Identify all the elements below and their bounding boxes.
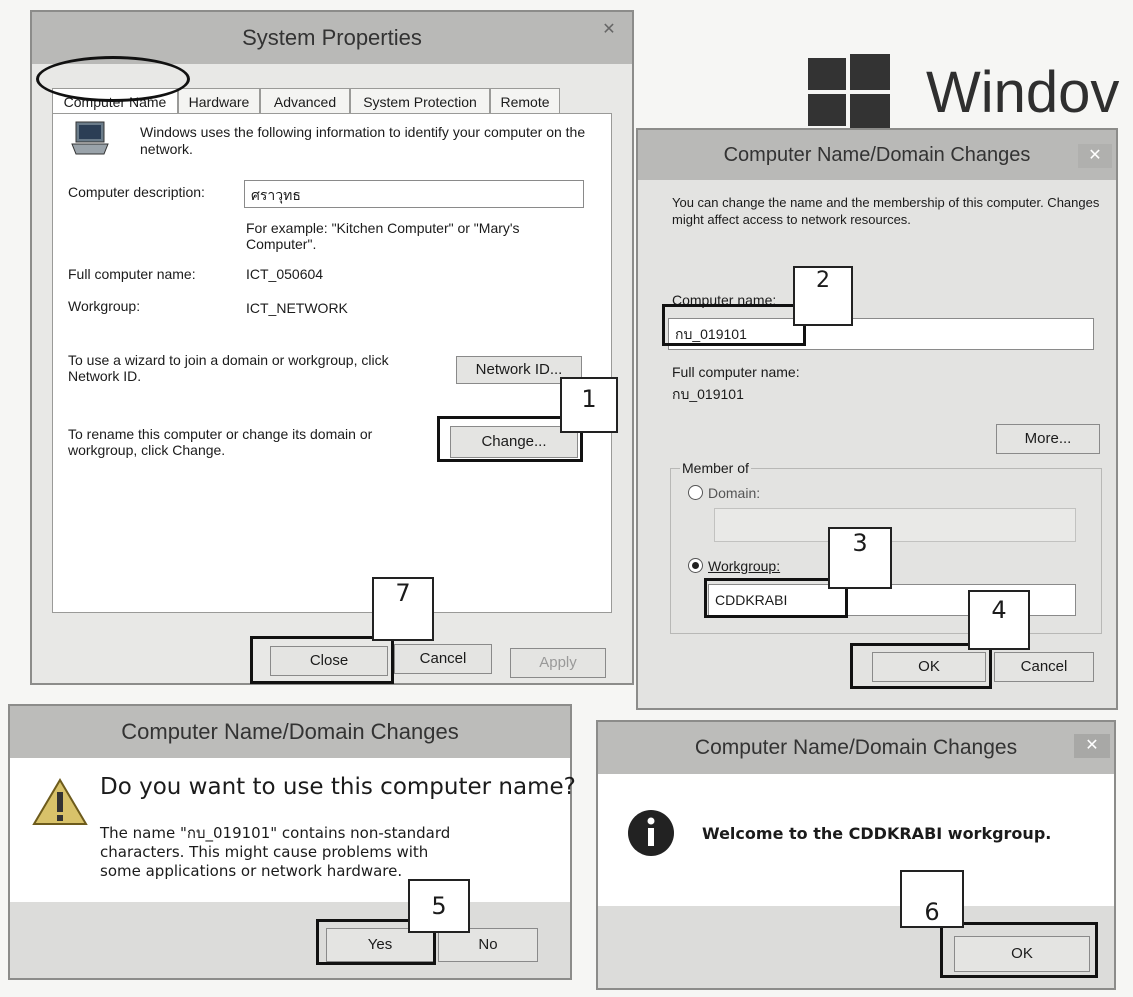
- close-icon[interactable]: ✕: [1074, 734, 1110, 758]
- tab-hardware[interactable]: Hardware: [178, 88, 260, 114]
- warning-icon: [32, 778, 88, 825]
- confirm-dialog: Computer Name/Domain Changes Do you want…: [8, 704, 576, 980]
- no-button[interactable]: No: [438, 928, 538, 962]
- step-callout-3: 3: [828, 527, 892, 589]
- domain-input[interactable]: [714, 508, 1076, 542]
- change-button[interactable]: Change...: [450, 426, 578, 458]
- tab-label: Advanced: [273, 94, 337, 110]
- workgroup-label: Workgroup:: [708, 558, 781, 574]
- workgroup-label: Workgroup:: [68, 298, 141, 314]
- step-callout-2: 2: [793, 266, 853, 326]
- domain-radio[interactable]: [688, 485, 703, 500]
- full-name-value: กบ_019101: [672, 386, 744, 402]
- confirm-titlebar: Computer Name/Domain Changes: [10, 706, 570, 758]
- full-name-label: Full computer name:: [672, 364, 800, 380]
- close-icon[interactable]: ✕: [1078, 144, 1112, 168]
- ok-button[interactable]: OK: [872, 652, 986, 682]
- intro-text: You can change the name and the membersh…: [672, 195, 1100, 227]
- welcome-message: Welcome to the CDDKRABI workgroup.: [702, 824, 1052, 843]
- dialog-title: Computer Name/Domain Changes: [121, 719, 459, 744]
- full-name-label: Full computer name:: [68, 266, 196, 282]
- step-callout-5: 5: [408, 879, 470, 933]
- domain-changes-window: Computer Name/Domain Changes ✕ You can c…: [636, 128, 1118, 710]
- tab-label: System Protection: [363, 94, 477, 110]
- apply-button[interactable]: Apply: [510, 648, 606, 678]
- confirm-heading: Do you want to use this computer name?: [100, 774, 576, 800]
- welcome-titlebar: Computer Name/Domain Changes: [598, 722, 1114, 774]
- rename-text: To rename this computer or change its do…: [68, 426, 373, 458]
- workgroup-radio[interactable]: [688, 558, 703, 573]
- description-label: Computer description:: [68, 184, 205, 200]
- domain-changes-titlebar: Computer Name/Domain Changes: [638, 130, 1116, 180]
- member-of-label: Member of: [680, 460, 751, 476]
- tab-label: Hardware: [188, 94, 250, 110]
- cancel-button[interactable]: Cancel: [394, 644, 492, 674]
- windows-logo-text: Windov: [926, 60, 1120, 125]
- intro-text: Windows uses the following information t…: [140, 124, 586, 157]
- welcome-dialog: Computer Name/Domain Changes ✕ Welcome t…: [596, 720, 1116, 990]
- wizard-text: To use a wizard to join a domain or work…: [68, 352, 389, 384]
- radio-dot: [692, 562, 699, 569]
- computer-name-label: Computer name:: [672, 292, 777, 308]
- tab-label: Remote: [500, 94, 550, 110]
- more-button[interactable]: More...: [996, 424, 1100, 454]
- tab-advanced[interactable]: Advanced: [260, 88, 350, 114]
- tab-system-protection[interactable]: System Protection: [350, 88, 490, 114]
- domain-label: Domain:: [708, 485, 761, 501]
- tab-remote[interactable]: Remote: [490, 88, 560, 114]
- dialog-title: Computer Name/Domain Changes: [694, 736, 1018, 759]
- computer-description-input[interactable]: ศราวุทธ: [244, 180, 584, 208]
- ok-button[interactable]: OK: [954, 936, 1090, 972]
- windows-logo: Windov: [808, 54, 1133, 132]
- cancel-button[interactable]: Cancel: [994, 652, 1094, 682]
- step-callout-7: 7: [372, 577, 434, 641]
- computer-icon: [71, 121, 109, 155]
- full-name-value: ICT_050604: [246, 266, 324, 282]
- tab-highlight-ellipse: [36, 56, 190, 102]
- computer-name-input[interactable]: กบ_019101: [668, 318, 1094, 350]
- step-callout-1: 1: [560, 377, 618, 433]
- step-callout-4: 4: [968, 590, 1030, 650]
- close-icon[interactable]: ✕: [590, 18, 628, 42]
- window-title: Computer Name/Domain Changes: [723, 144, 1031, 166]
- confirm-body: The name "กบ_019101" contains non-standa…: [100, 824, 451, 880]
- example-text: For example: "Kitchen Computer" or "Mary…: [246, 220, 520, 252]
- close-button[interactable]: Close: [270, 646, 388, 676]
- yes-button[interactable]: Yes: [326, 928, 434, 962]
- info-icon: [628, 810, 674, 856]
- window-title: System Properties: [242, 25, 422, 50]
- windows-flag-icon: [808, 54, 890, 130]
- step-callout-6: 6: [900, 870, 964, 928]
- workgroup-value: ICT_NETWORK: [246, 300, 348, 316]
- system-properties-window: System Properties ✕ Computer Name Hardwa…: [30, 10, 634, 685]
